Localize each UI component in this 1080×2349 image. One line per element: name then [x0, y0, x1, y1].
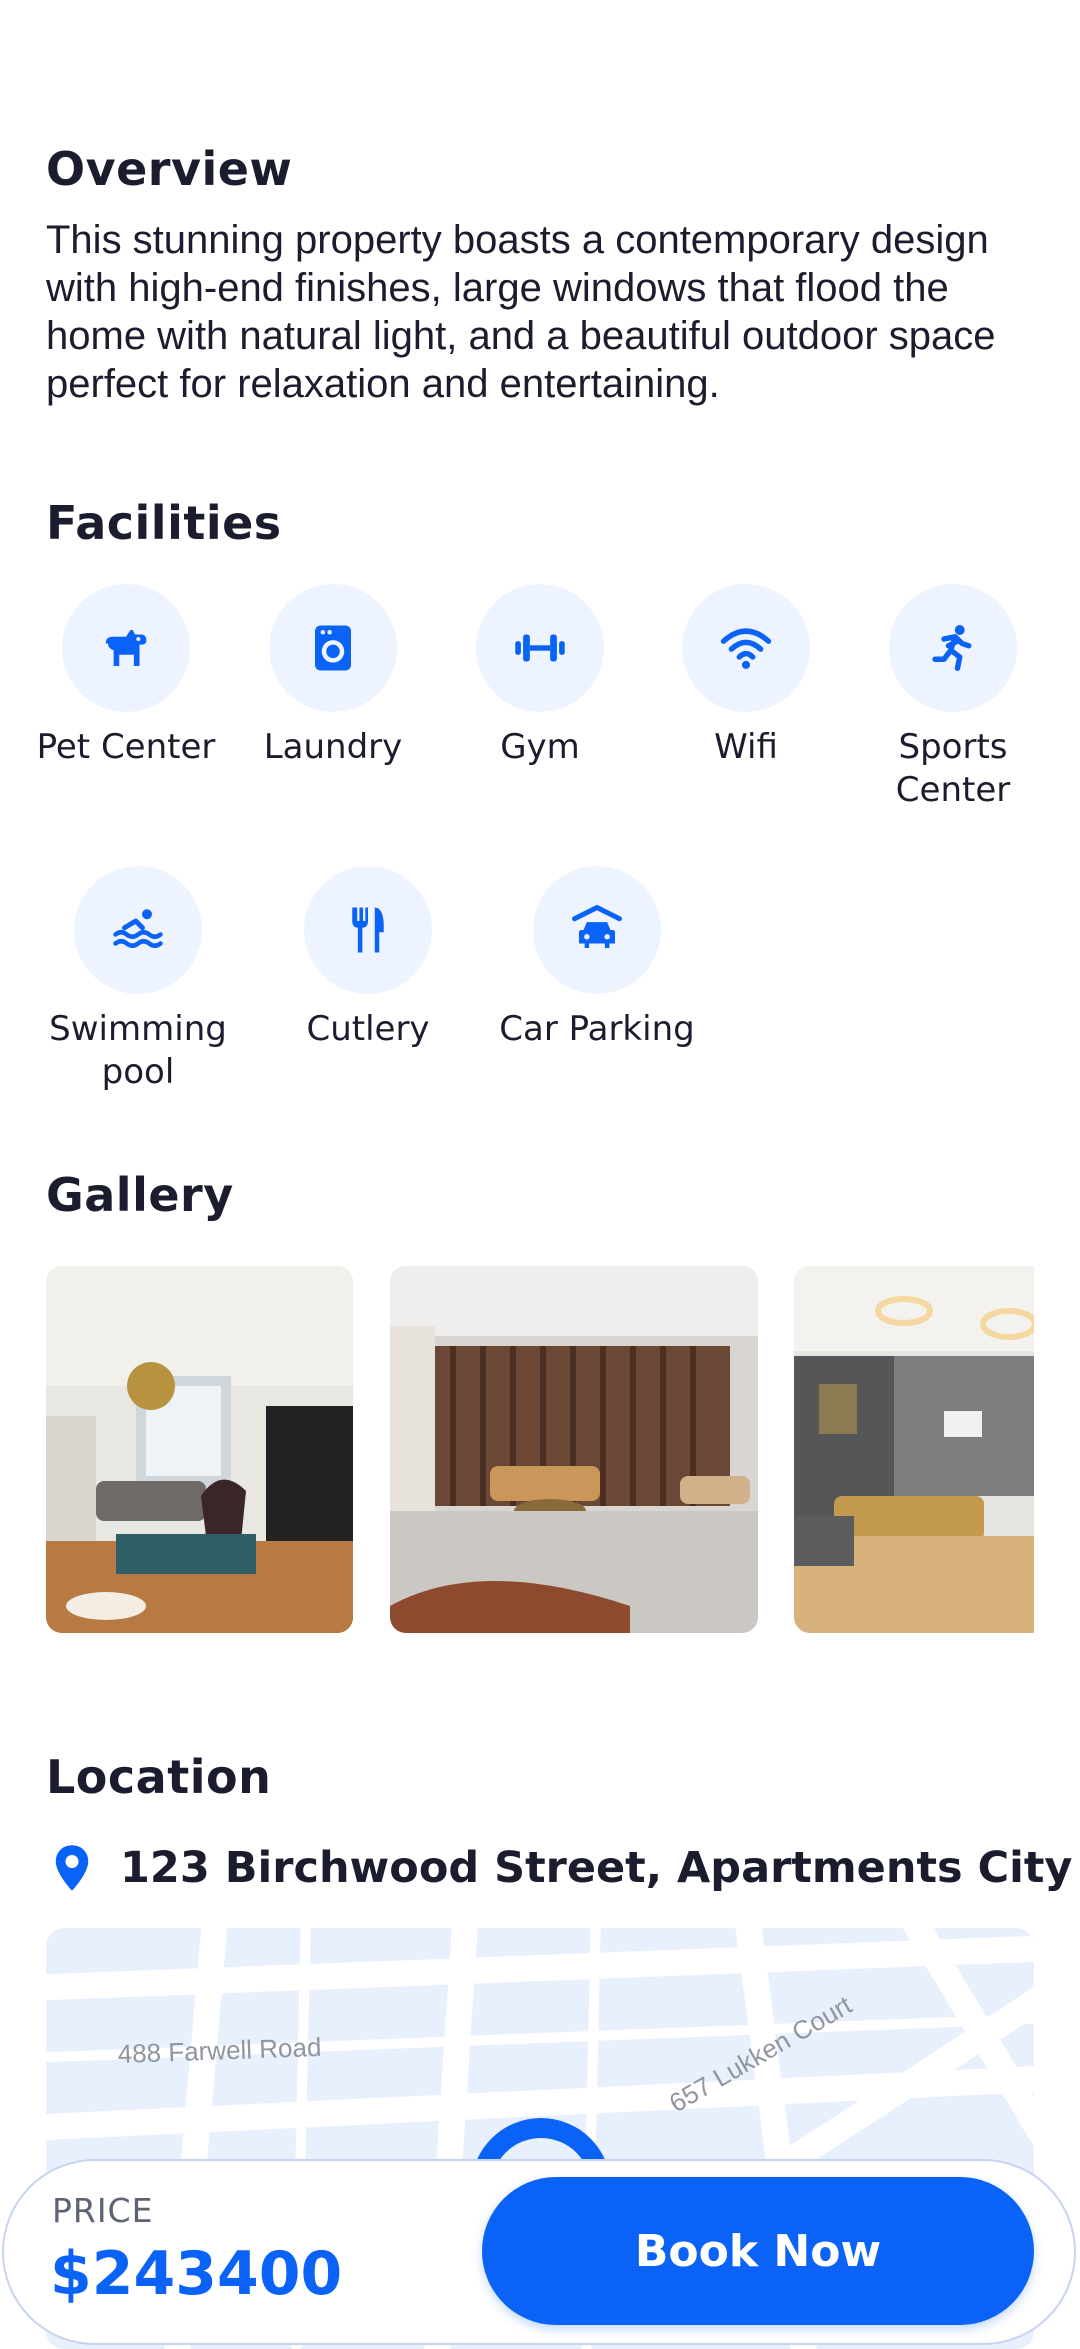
- price-value: $243400: [50, 2239, 343, 2309]
- facilities-title: Facilities: [46, 496, 282, 550]
- facility-label: Swimming pool: [49, 1009, 227, 1092]
- location-title: Location: [46, 1750, 272, 1804]
- booking-bar: PRICE $243400 Book Now: [2, 2159, 1076, 2345]
- dumbbell-icon: [476, 584, 604, 712]
- facility-label: Gym: [500, 727, 580, 767]
- overview-description: This stunning property boasts a contempo…: [46, 218, 996, 406]
- location-pin-icon: [55, 1845, 89, 1891]
- facility-label: Pet Center: [36, 727, 216, 767]
- location-address: 123 Birchwood Street, Apartments City: [120, 1843, 1073, 1893]
- gallery-image-lounge[interactable]: [390, 1266, 758, 1633]
- facility-label: Sports Center: [895, 727, 1011, 810]
- overview-title: Overview: [46, 142, 293, 196]
- gallery-image-living-room[interactable]: [46, 1266, 353, 1633]
- cutlery-icon: [304, 866, 432, 994]
- car-parking-icon: [533, 866, 661, 994]
- facility-pet-center[interactable]: Pet Center: [26, 584, 226, 769]
- facility-label: Car Parking: [499, 1009, 695, 1049]
- facility-swimming-pool[interactable]: Swimming pool: [38, 866, 238, 1094]
- running-icon: [889, 584, 1017, 712]
- book-now-button[interactable]: Book Now: [482, 2177, 1034, 2325]
- facility-label: Laundry: [263, 727, 403, 767]
- gallery-title: Gallery: [46, 1168, 234, 1222]
- facility-car-parking[interactable]: Car Parking: [497, 866, 697, 1051]
- price-label: PRICE: [52, 2191, 154, 2230]
- swimming-icon: [74, 866, 202, 994]
- washing-machine-icon: [269, 584, 397, 712]
- dog-icon: [62, 584, 190, 712]
- facility-sports-center[interactable]: Sports Center: [853, 584, 1053, 812]
- location-address-row: 123 Birchwood Street, Apartments City: [46, 1842, 1072, 1894]
- facility-cutlery[interactable]: Cutlery: [268, 866, 468, 1051]
- facility-label: Wifi: [714, 727, 778, 767]
- facility-label: Cutlery: [306, 1009, 430, 1049]
- facility-laundry[interactable]: Laundry: [233, 584, 433, 769]
- gallery-image-lobby[interactable]: [794, 1266, 1034, 1633]
- facility-wifi[interactable]: Wifi: [646, 584, 846, 769]
- facility-gym[interactable]: Gym: [440, 584, 640, 769]
- wifi-icon: [682, 584, 810, 712]
